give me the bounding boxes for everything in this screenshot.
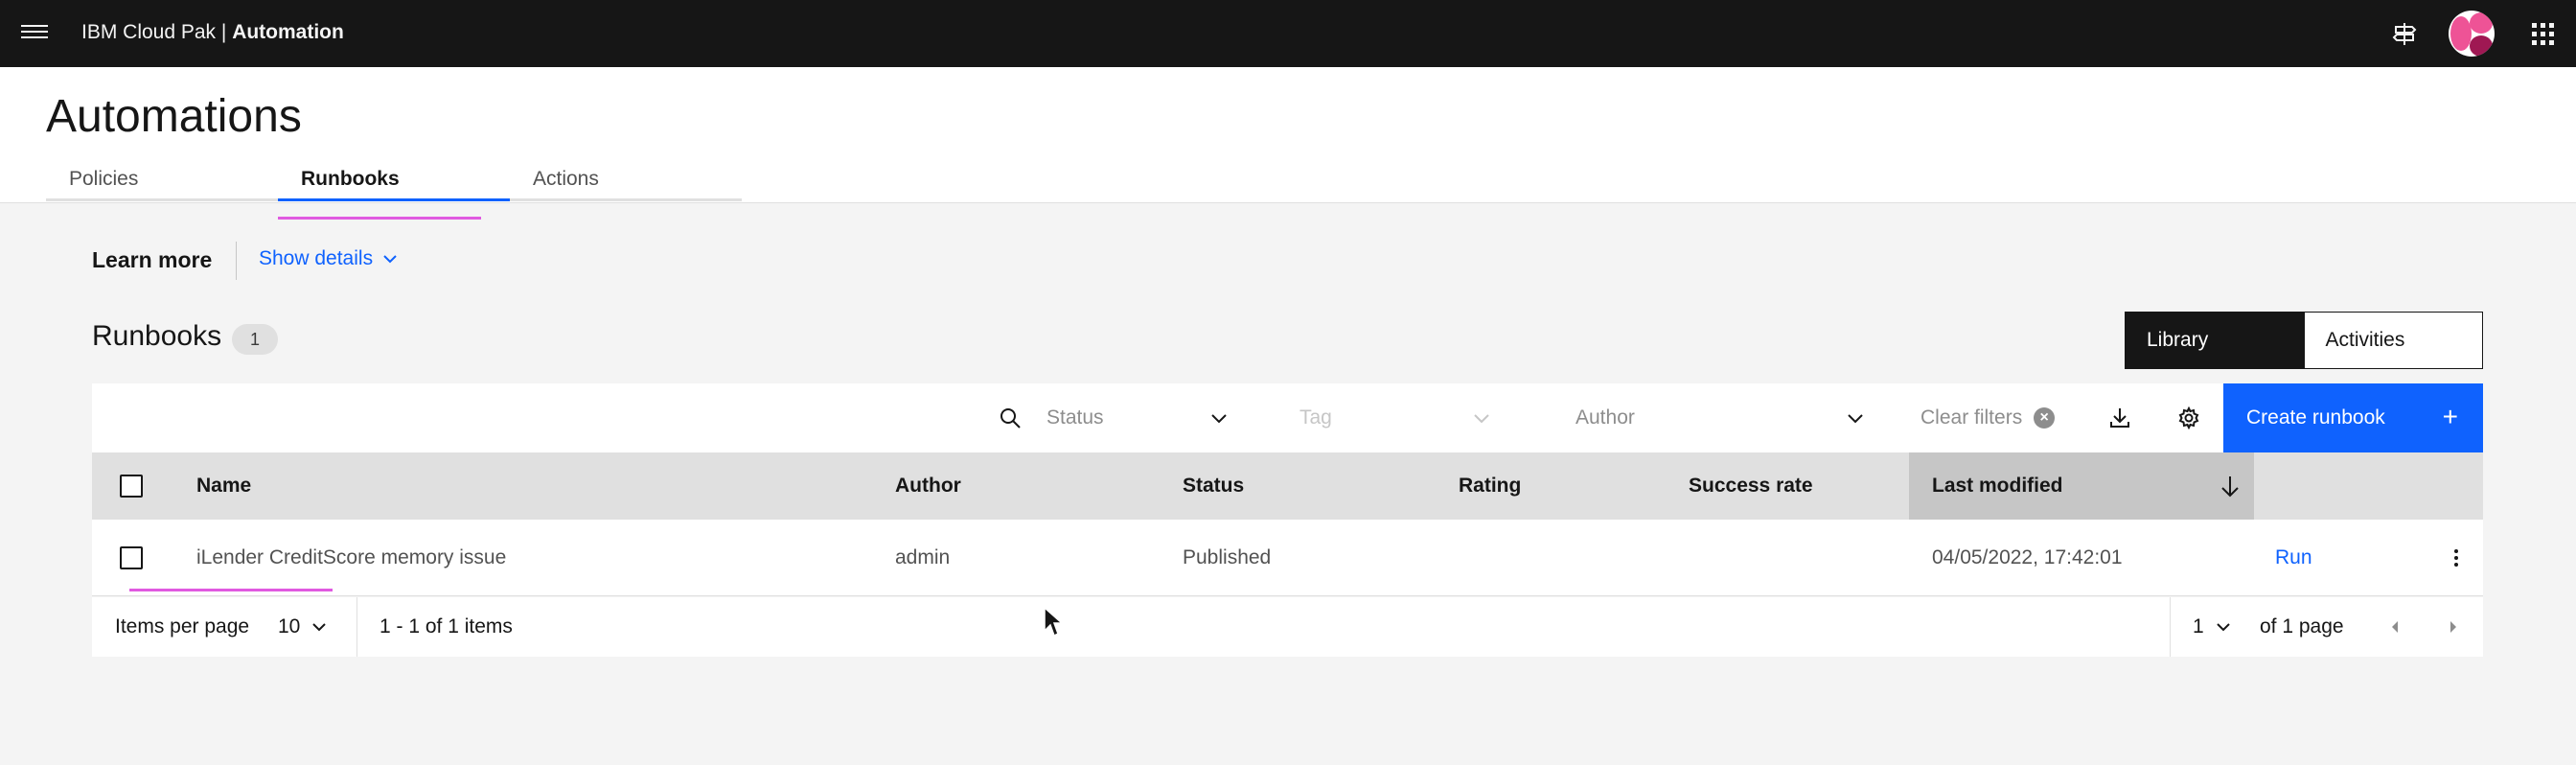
page-select[interactable]: 1: [2193, 597, 2231, 657]
pagination: Items per page 10 1 - 1 of 1 items 1 of …: [92, 597, 2483, 657]
caret-right-icon: [2450, 621, 2456, 633]
brand-prefix: IBM Cloud Pak |: [81, 21, 233, 43]
signpost-icon[interactable]: [2371, 0, 2438, 67]
select-all-checkbox[interactable]: [120, 475, 143, 498]
brand-product: Automation: [232, 21, 344, 43]
page-title: Automations: [46, 91, 302, 142]
tag-filter-label: Tag: [1300, 406, 1332, 429]
overflow-menu-icon[interactable]: [2445, 546, 2468, 569]
cell-last-modified: 04/05/2022, 17:42:01: [1932, 546, 2123, 568]
column-header-author[interactable]: Author: [895, 452, 961, 520]
items-per-page-label: Items per page: [115, 615, 250, 638]
column-header-status[interactable]: Status: [1183, 452, 1244, 520]
chevron-down-icon: [1848, 414, 1863, 424]
items-per-page-select[interactable]: 10: [278, 597, 327, 657]
column-header-success-rate[interactable]: Success rate: [1689, 452, 1813, 520]
library-switch[interactable]: Library: [2126, 313, 2304, 368]
tag-filter-dropdown[interactable]: Tag: [1300, 383, 1491, 452]
column-header-last-modified[interactable]: Last modified: [1909, 452, 2254, 520]
create-runbook-button[interactable]: Create runbook +: [2223, 383, 2483, 452]
hamburger-menu-icon[interactable]: [21, 21, 48, 46]
cell-status: Published: [1183, 546, 1272, 568]
show-details-link[interactable]: Show details: [259, 247, 398, 270]
chevron-down-icon: [383, 255, 397, 264]
table-toolbar: Status Tag Author Clear filters × Create…: [92, 383, 2483, 452]
column-header-name[interactable]: Name: [196, 452, 251, 520]
divider: [2170, 597, 2171, 657]
tab-list: Policies Runbooks Actions: [46, 159, 742, 203]
current-page-value: 1: [2193, 615, 2204, 638]
last-modified-label: Last modified: [1932, 475, 2063, 497]
column-header-rating[interactable]: Rating: [1459, 452, 1521, 520]
caret-left-icon: [2392, 621, 2398, 633]
create-runbook-label: Create runbook: [2246, 406, 2385, 429]
items-per-page-value: 10: [278, 615, 301, 638]
add-icon: +: [2442, 402, 2458, 431]
search-icon[interactable]: [976, 383, 1045, 452]
divider: [236, 242, 237, 280]
status-filter-label: Status: [1046, 406, 1104, 429]
cell-name[interactable]: iLender CreditScore memory issue: [196, 520, 506, 596]
table-header: Name Author Status Rating Success rate L…: [92, 452, 2483, 520]
tab-runbooks[interactable]: Runbooks: [278, 159, 510, 201]
highlight-underline: [129, 589, 333, 591]
chevron-down-icon: [312, 623, 327, 632]
show-details-label: Show details: [259, 247, 374, 269]
next-page-button[interactable]: [2424, 597, 2483, 657]
run-button[interactable]: Run: [2275, 520, 2312, 596]
author-filter-dropdown[interactable]: Author: [1576, 383, 1865, 452]
download-icon[interactable]: [2085, 383, 2154, 452]
tab-actions[interactable]: Actions: [510, 159, 742, 201]
top-header: IBM Cloud Pak | Automation: [0, 0, 2576, 67]
row-checkbox[interactable]: [120, 546, 143, 569]
cell-author: admin: [895, 546, 951, 568]
clear-filters-button[interactable]: Clear filters ×: [1920, 383, 2056, 452]
chevron-down-icon: [1211, 414, 1227, 424]
page-header: Automations Policies Runbooks Actions: [0, 67, 2576, 203]
user-avatar[interactable]: [2438, 0, 2505, 67]
learn-more-title: Learn more: [92, 247, 213, 272]
count-badge: 1: [232, 324, 278, 355]
gear-icon[interactable]: [2154, 383, 2223, 452]
clear-filters-label: Clear filters: [1920, 406, 2023, 429]
tab-policies[interactable]: Policies: [46, 159, 278, 201]
arrow-down-icon: [2221, 476, 2239, 498]
highlight-underline: [278, 217, 481, 220]
total-pages-text: of 1 page: [2260, 615, 2344, 638]
product-name[interactable]: IBM Cloud Pak | Automation: [81, 19, 344, 46]
table-row[interactable]: iLender CreditScore memory issue admin P…: [92, 520, 2483, 596]
close-icon: ×: [2034, 407, 2056, 429]
section-title: Runbooks: [92, 320, 222, 352]
view-switcher: Library Activities: [2125, 312, 2483, 369]
avatar: [2449, 11, 2495, 57]
mouse-cursor-icon: [1044, 606, 1064, 638]
app-switcher-icon[interactable]: [2509, 0, 2576, 67]
item-range-text: 1 - 1 of 1 items: [380, 615, 513, 638]
previous-page-button[interactable]: [2365, 597, 2425, 657]
chevron-down-icon: [1474, 414, 1489, 424]
divider: [356, 597, 357, 657]
runbooks-table: Name Author Status Rating Success rate L…: [92, 452, 2483, 596]
activities-switch[interactable]: Activities: [2303, 313, 2482, 368]
chevron-down-icon: [2216, 623, 2230, 632]
author-filter-label: Author: [1576, 406, 1635, 429]
status-filter-dropdown[interactable]: Status: [1046, 383, 1229, 452]
